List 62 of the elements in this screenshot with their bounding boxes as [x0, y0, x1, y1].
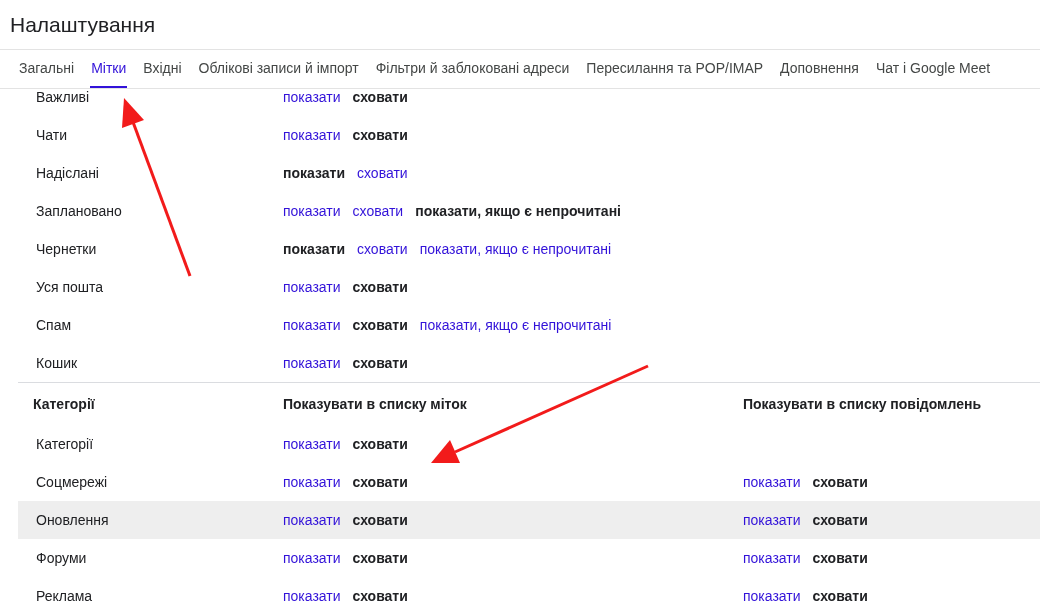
label-name: Чернетки [36, 240, 97, 257]
category-name: Оновлення [36, 511, 109, 528]
selected-option: показати [283, 238, 345, 260]
option-link[interactable]: показати [283, 352, 341, 374]
selected-option: сховати [352, 89, 408, 108]
selected-option: сховати [812, 471, 868, 493]
selected-option: сховати [812, 585, 868, 607]
category-name: Форуми [36, 549, 87, 566]
settings-tab[interactable]: Загальні [18, 50, 76, 88]
label-name: Важливі [36, 89, 90, 105]
selected-option: сховати [352, 471, 408, 493]
option-link[interactable]: показати [743, 547, 801, 569]
option-link[interactable]: показати [283, 124, 341, 146]
settings-tab[interactable]: Вхідні [142, 50, 183, 88]
settings-tab[interactable]: Фільтри й заблоковані адреси [374, 50, 571, 88]
selected-option: сховати [352, 433, 408, 455]
label-name: Кошик [36, 354, 78, 371]
option-link[interactable]: показати [283, 471, 341, 493]
column-header: Показувати в списку повідомлень [743, 395, 982, 412]
option-link[interactable]: показати [743, 585, 801, 607]
column-header: Категорії [33, 395, 95, 412]
option-link[interactable]: показати [283, 547, 341, 569]
label-name: Заплановано [36, 202, 122, 219]
category-name: Соцмережі [36, 473, 108, 490]
selected-option: сховати [812, 547, 868, 569]
settings-tab[interactable]: Доповнення [779, 50, 860, 88]
selected-option: показати, якщо є непрочитані [415, 200, 621, 222]
option-link[interactable]: сховати [357, 162, 408, 184]
option-link[interactable]: показати [743, 471, 801, 493]
selected-option: сховати [812, 509, 868, 531]
selected-option: показати [283, 162, 345, 184]
option-link[interactable]: показати, якщо є непрочитані [419, 314, 612, 336]
option-link[interactable]: сховати [352, 200, 404, 222]
label-name: Надіслані [36, 164, 99, 181]
category-name: Реклама [36, 587, 93, 604]
settings-tab[interactable]: Пересилання та POP/IMAP [585, 50, 765, 88]
option-link[interactable]: показати [283, 509, 341, 531]
label-name: Чати [36, 126, 68, 143]
selected-option: сховати [352, 314, 408, 336]
selected-option: сховати [352, 509, 408, 531]
column-header: Показувати в списку міток [283, 395, 467, 412]
option-link[interactable]: показати [283, 276, 341, 298]
option-link[interactable]: показати [283, 314, 341, 336]
option-link[interactable]: показати [283, 200, 341, 222]
selected-option: сховати [352, 276, 408, 298]
selected-option: сховати [352, 352, 408, 374]
label-name: Уся пошта [36, 278, 104, 295]
page-title: Налаштування [10, 11, 156, 38]
settings-tab[interactable]: Облікові записи й імпорт [197, 50, 360, 88]
selected-option: сховати [352, 585, 408, 607]
option-link[interactable]: показати [743, 509, 801, 531]
selected-option: сховати [352, 547, 408, 569]
selected-option: сховати [352, 124, 408, 146]
label-name: Спам [36, 316, 72, 333]
settings-tab[interactable]: Мітки [90, 50, 128, 88]
category-name: Категорії [36, 435, 94, 452]
option-link[interactable]: показати [283, 585, 341, 607]
option-link[interactable]: показати, якщо є непрочитані [419, 238, 612, 260]
option-link[interactable]: показати [283, 89, 341, 108]
option-link[interactable]: показати [283, 433, 341, 455]
settings-tab[interactable]: Чат і Google Meet [874, 50, 992, 88]
option-link[interactable]: сховати [357, 238, 408, 260]
